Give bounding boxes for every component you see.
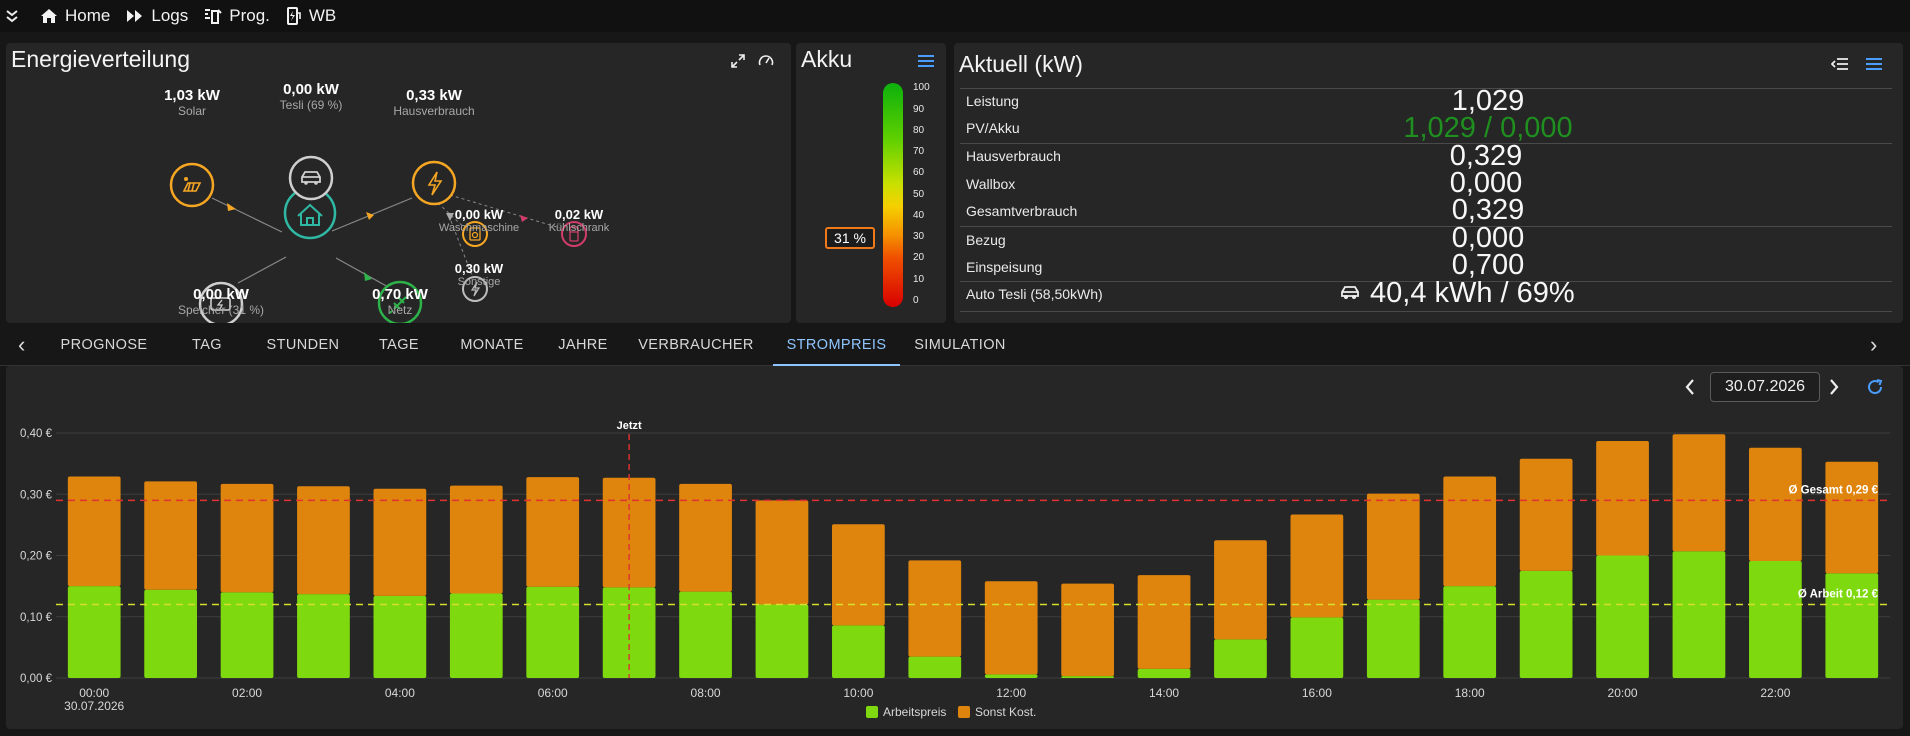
akku-scale-70: 70 xyxy=(913,146,925,157)
netz-label: Netz xyxy=(387,303,413,317)
aktuell-title: Aktuell (kW) xyxy=(959,51,1083,77)
hausverbrauch-value: 0,33 kW xyxy=(406,87,462,104)
aktuell-label-leistung: Leistung xyxy=(966,93,1019,109)
waschmaschine-label: Waschmaschine xyxy=(438,222,520,234)
nav-logs[interactable]: Logs xyxy=(126,0,188,32)
aktuell-label-auto: Auto Tesli (58,50kWh) xyxy=(966,286,1103,302)
flow-line-speicher xyxy=(237,256,287,284)
menu-icon[interactable] xyxy=(916,51,936,71)
tab-tage[interactable]: TAGE xyxy=(363,324,435,366)
nav-prog-label: Prog. xyxy=(229,6,270,25)
tab-jahre[interactable]: JAHRE xyxy=(548,324,618,366)
aktuell-label-pv-akku: PV/Akku xyxy=(966,120,1020,136)
akku-scale-0: 0 xyxy=(913,295,919,306)
tab-simulation[interactable]: SIMULATION xyxy=(910,324,1010,366)
fast-forward-icon xyxy=(127,10,143,22)
home-icon xyxy=(41,9,57,23)
program-icon xyxy=(205,9,222,24)
nav-home-label: Home xyxy=(65,6,111,25)
energy-flow-diagram xyxy=(169,155,587,323)
aktuell-label-hausverbrauch: Hausverbrauch xyxy=(966,148,1061,164)
wallbox-icon xyxy=(286,7,301,25)
list-toggle-icon[interactable] xyxy=(1830,54,1850,74)
flow-line-solar xyxy=(211,197,283,233)
hausverbrauch-node xyxy=(411,160,457,206)
solar-node xyxy=(169,162,215,208)
akku-scale-80: 80 xyxy=(913,125,925,136)
akku-scale-60: 60 xyxy=(913,167,925,178)
nav-home[interactable]: Home xyxy=(40,0,110,32)
speicher-label: Speicher (31 %) xyxy=(177,303,265,317)
akku-scale-40: 40 xyxy=(913,210,925,221)
aktuell-label-einspeisung: Einspeisung xyxy=(966,259,1043,275)
akku-scale-90: 90 xyxy=(913,104,925,115)
aktuell-value-pv-akku: 1,029 / 0,000 xyxy=(1403,112,1573,144)
tab-verbraucher[interactable]: VERBRAUCHER xyxy=(636,324,756,366)
tesli-label: Tesli (69 %) xyxy=(279,98,343,112)
nav-prog[interactable]: Prog. xyxy=(204,0,270,32)
aktuell-value-auto: 40,4 kWh / 69% xyxy=(1370,277,1575,309)
date-picker[interactable]: 30.07.2026 xyxy=(1710,372,1820,402)
tabs-scroll-left-icon[interactable]: ‹ xyxy=(18,324,25,366)
sonstige-label: Sonstige xyxy=(457,276,501,288)
hausverbrauch-label: Hausverbrauch xyxy=(393,104,475,118)
top-navigation-bar: Home Logs Prog. WB xyxy=(0,0,1910,32)
flow-arrow-solar xyxy=(227,203,236,211)
speicher-value: 0,00 kW xyxy=(193,286,249,303)
aktuell-label-wallbox: Wallbox xyxy=(966,176,1016,192)
tesli-value: 0,00 kW xyxy=(283,81,339,98)
flow-line-netz xyxy=(335,257,391,289)
aktuell-label-bezug: Bezug xyxy=(966,232,1006,248)
akku-scale-20: 20 xyxy=(913,252,925,263)
next-day-icon[interactable] xyxy=(1824,374,1844,400)
aktuell-value-einspeisung: 0,700 xyxy=(1451,249,1525,281)
tabs-scroll-right-icon[interactable]: › xyxy=(1870,324,1877,366)
aktuell-menu-icon[interactable] xyxy=(1864,54,1884,74)
prev-day-icon[interactable] xyxy=(1680,374,1700,400)
refresh-icon[interactable] xyxy=(1864,374,1886,400)
nav-logs-label: Logs xyxy=(151,6,189,25)
tab-prognose[interactable]: PROGNOSE xyxy=(54,324,154,366)
solar-value: 1,03 kW xyxy=(164,87,220,104)
nav-wb[interactable]: WB xyxy=(286,0,336,32)
tab-monate[interactable]: MONATE xyxy=(451,324,533,366)
flow-arrow-netz xyxy=(364,272,372,281)
energy-flow-panel: Energieverteilung 1,03 kW Solar 0,00 kW … xyxy=(6,43,791,323)
akku-level-marker: 31 % xyxy=(825,226,875,249)
akku-gradient-bar xyxy=(883,83,903,307)
nav-wb-label: WB xyxy=(308,6,337,25)
akku-scale-10: 10 xyxy=(913,274,925,285)
akku-scale-100: 100 xyxy=(913,82,930,93)
aktuell-separator-5 xyxy=(960,311,1892,312)
tab-strompreis[interactable]: STROMPREIS xyxy=(773,324,900,366)
aktuell-label-gesamtverbrauch: Gesamtverbrauch xyxy=(966,203,1078,219)
collapse-chevron-icon[interactable] xyxy=(0,0,24,32)
tab-bar: ‹ PROGNOSE TAG STUNDEN TAGE MONATE JAHRE… xyxy=(0,324,1910,366)
akku-level-label: 31 % xyxy=(834,229,866,246)
car-small-icon xyxy=(1341,286,1359,299)
akku-scale-50: 50 xyxy=(913,189,925,200)
price-chart-panel xyxy=(6,366,1903,729)
aktuell-value-gesamtverbrauch: 0,329 xyxy=(1451,194,1525,226)
akku-title: Akku xyxy=(801,46,853,72)
tesli-node xyxy=(288,155,334,201)
kuehlschrank-label: Kühlschrank xyxy=(548,222,610,234)
tab-stunden[interactable]: STUNDEN xyxy=(257,324,349,366)
netz-value: 0,70 kW xyxy=(372,286,428,303)
solar-label: Solar xyxy=(177,104,206,118)
akku-scale-30: 30 xyxy=(913,231,925,242)
tab-tag[interactable]: TAG xyxy=(172,324,242,366)
